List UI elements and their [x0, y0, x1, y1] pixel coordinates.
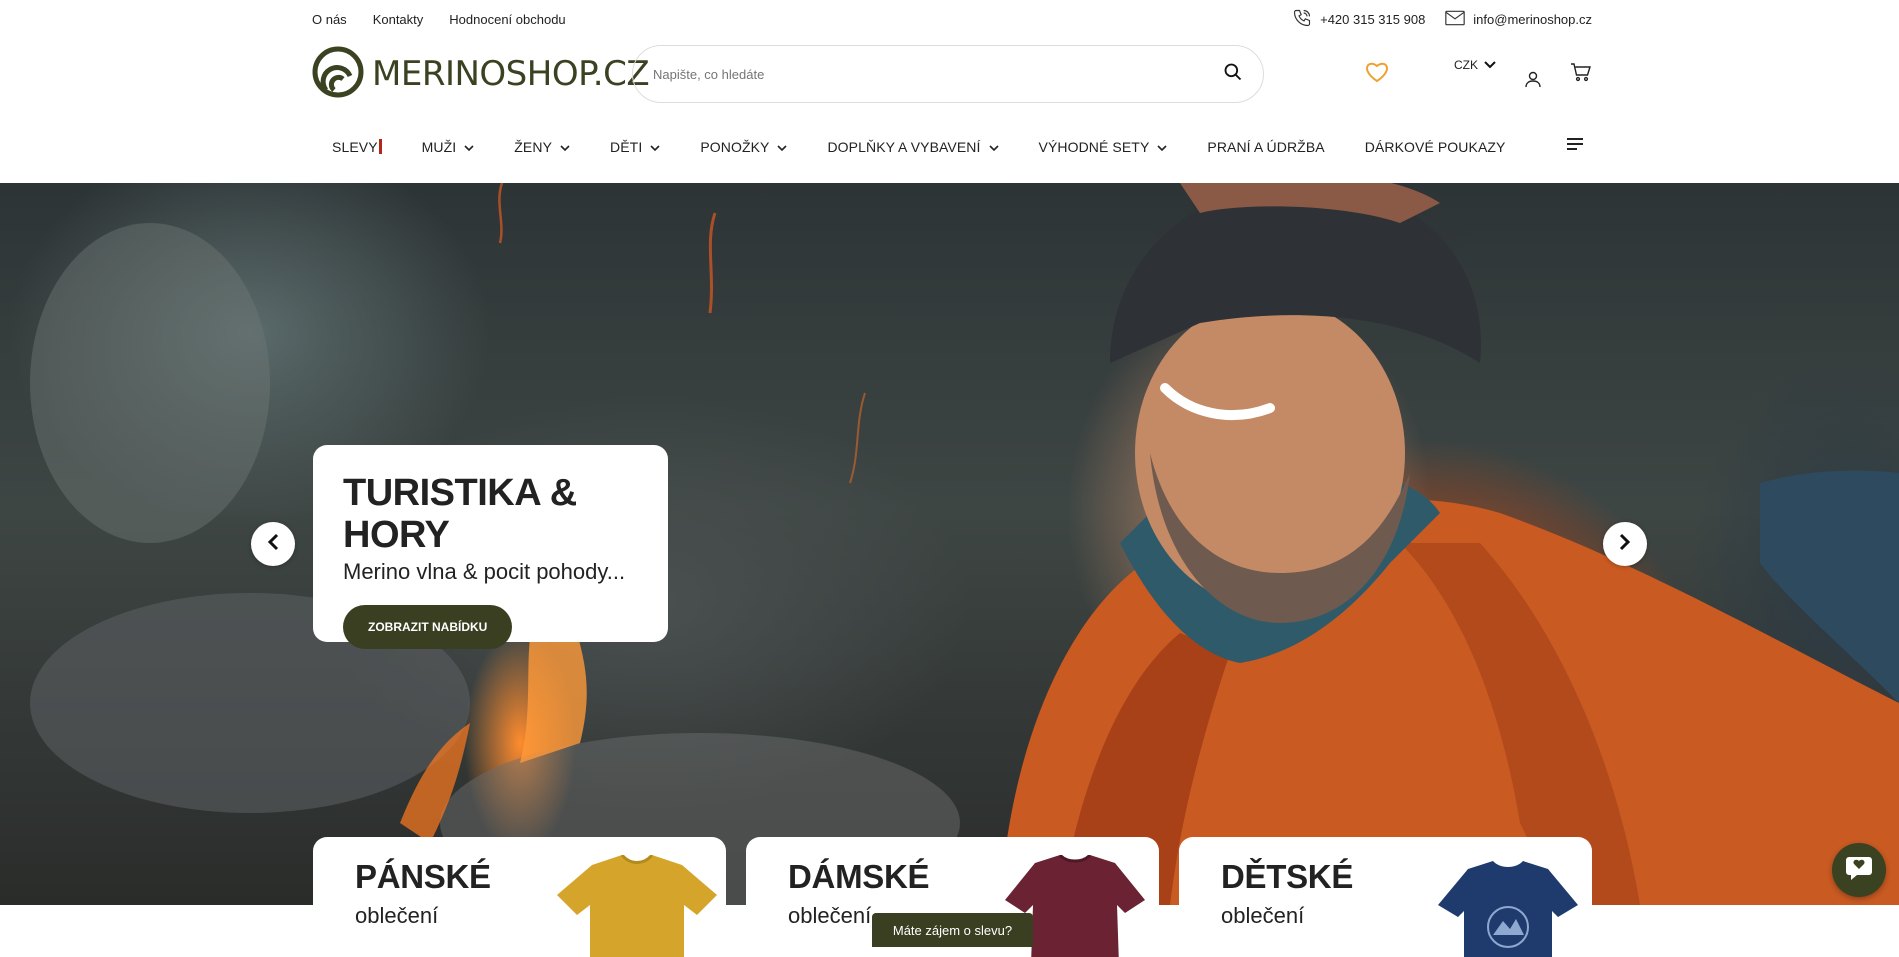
discount-promo-button[interactable]: Máte zájem o slevu?: [872, 913, 1033, 947]
tshirt-image-kids: [1418, 855, 1588, 957]
chat-icon: [1845, 855, 1873, 886]
nav-item-label: MUŽI: [421, 138, 457, 155]
logo-mark-icon: [312, 46, 364, 103]
heart-icon[interactable]: [1364, 61, 1390, 88]
chevron-left-icon: [267, 533, 279, 556]
chevron-down-icon: [464, 139, 474, 155]
header-actions: CZK: [1320, 56, 1592, 93]
sale-marker: [378, 139, 382, 154]
nav-item-label: PRANÍ A ÚDRŽBA: [1207, 138, 1325, 155]
nav-item-women[interactable]: ŽENY: [494, 139, 590, 155]
search-icon[interactable]: [1223, 62, 1243, 87]
header: MERINOSHOP.CZ CZK: [0, 38, 1899, 110]
nav-item-men[interactable]: MUŽI: [402, 139, 495, 155]
link-contacts[interactable]: Kontakty: [373, 12, 424, 27]
nav-item-label: PONOŽKY: [700, 138, 770, 155]
carousel-next-button[interactable]: [1603, 522, 1647, 566]
hero-card: TURISTIKA & HORY Merino vlna & pocit poh…: [313, 445, 668, 649]
phone-icon: [1292, 8, 1312, 31]
chat-button[interactable]: [1832, 843, 1886, 897]
chevron-down-icon: [988, 139, 999, 155]
chevron-down-icon: [1484, 58, 1496, 72]
phone-contact[interactable]: +420 315 315 908: [1292, 8, 1425, 31]
link-about[interactable]: O nás: [312, 12, 347, 27]
chevron-right-icon: [1619, 533, 1631, 556]
nav-item-sets[interactable]: VÝHODNÉ SETY: [1019, 139, 1188, 155]
category-card-men[interactable]: PÁNSKÉ oblečení: [313, 837, 726, 957]
top-links: O nás Kontakty Hodnocení obchodu: [312, 12, 566, 27]
cart-icon[interactable]: [1570, 62, 1592, 87]
chevron-down-icon: [650, 139, 660, 155]
chevron-down-icon: [1157, 139, 1167, 155]
hero-subtitle: Merino vlna & pocit pohody...: [343, 558, 626, 584]
hero-title: TURISTIKA & HORY: [343, 472, 577, 556]
chevron-down-icon: [560, 139, 570, 155]
tshirt-image-men: [552, 853, 722, 957]
hero-banner: TURISTIKA & HORY Merino vlna & pocit poh…: [0, 183, 1899, 905]
nav-item-label: DĚTI: [610, 138, 643, 155]
nav-item-vouchers[interactable]: DÁRKOVÉ POUKAZY: [1345, 139, 1526, 155]
currency-label: CZK: [1454, 58, 1478, 72]
nav-item-kids[interactable]: DĚTI: [590, 139, 680, 155]
category-card-kids[interactable]: DĚTSKÉ oblečení: [1179, 837, 1592, 957]
nav-item-sale[interactable]: SLEVY: [312, 139, 402, 155]
search-bar: [632, 45, 1264, 103]
nav-item-label: DÁRKOVÉ POUKAZY: [1364, 138, 1506, 155]
link-shop-reviews[interactable]: Hodnocení obchodu: [449, 12, 565, 27]
logo[interactable]: MERINOSHOP.CZ: [312, 46, 650, 103]
mail-icon: [1445, 10, 1466, 29]
top-bar: O nás Kontakty Hodnocení obchodu +420 31…: [0, 0, 1899, 38]
search-input[interactable]: [653, 66, 1153, 82]
carousel-prev-button[interactable]: [251, 522, 295, 566]
nav-items: SLEVY MUŽI ŽENY DĚTI PONOŽKY DOPLŇKY A V…: [312, 139, 1525, 155]
email-address: info@merinoshop.cz: [1473, 11, 1592, 27]
chevron-down-icon: [777, 139, 788, 155]
nav-item-label: DOPLŇKY A VYBAVENÍ: [827, 138, 981, 155]
main-navigation: SLEVY MUŽI ŽENY DĚTI PONOŽKY DOPLŇKY A V…: [0, 110, 1899, 183]
nav-item-socks[interactable]: PONOŽKY: [680, 139, 807, 155]
nav-item-label: VÝHODNÉ SETY: [1038, 138, 1150, 155]
contact-info: +420 315 315 908 info@merinoshop.cz: [1292, 8, 1592, 31]
nav-item-label: SLEVY: [332, 138, 378, 155]
user-icon[interactable]: [1524, 70, 1542, 93]
phone-number: +420 315 315 908: [1320, 11, 1426, 27]
nav-item-accessories[interactable]: DOPLŇKY A VYBAVENÍ: [807, 139, 1018, 155]
currency-selector[interactable]: CZK: [1454, 58, 1496, 72]
nav-item-label: ŽENY: [514, 138, 553, 155]
logo-text: MERINOSHOP.CZ: [372, 54, 650, 94]
menu-icon[interactable]: [1566, 137, 1584, 156]
show-offer-button[interactable]: ZOBRAZIT NABÍDKU: [343, 604, 513, 649]
email-contact[interactable]: info@merinoshop.cz: [1445, 10, 1592, 29]
nav-item-care[interactable]: PRANÍ A ÚDRŽBA: [1187, 139, 1344, 155]
